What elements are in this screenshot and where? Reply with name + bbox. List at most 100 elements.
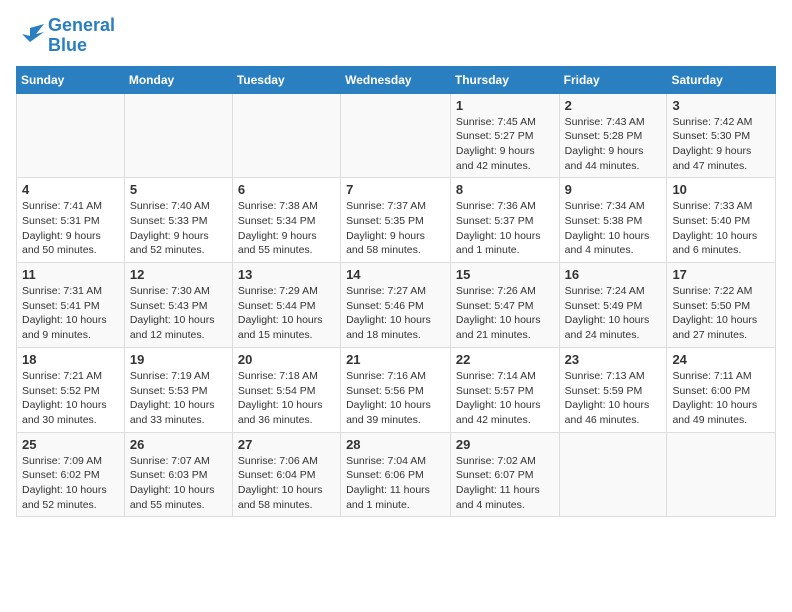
day-info: Sunrise: 7:07 AM Sunset: 6:03 PM Dayligh… bbox=[130, 454, 227, 513]
calendar-cell: 24Sunrise: 7:11 AM Sunset: 6:00 PM Dayli… bbox=[667, 347, 776, 432]
day-info: Sunrise: 7:42 AM Sunset: 5:30 PM Dayligh… bbox=[672, 115, 770, 174]
calendar-cell: 28 Sunrise: 7:04 AM Sunset: 6:06 PM Dayli… bbox=[341, 432, 451, 517]
calendar-cell: 22 Sunrise: 7:14 AM Sunset: 5:57 PM Dayli… bbox=[450, 347, 559, 432]
day-info: Sunrise: 7:22 AM Sunset: 5:50 PM Dayligh… bbox=[672, 284, 770, 343]
day-number: 21 bbox=[346, 352, 445, 367]
calendar-cell: 5 Sunrise: 7:40 AM Sunset: 5:33 PM Daylig… bbox=[124, 178, 232, 263]
day-number: 11 bbox=[22, 267, 119, 282]
day-info: Sunrise: 7:21 AM Sunset: 5:52 PM Dayligh… bbox=[22, 369, 119, 428]
calendar-cell: 14 Sunrise: 7:27 AM Sunset: 5:46 PM Dayli… bbox=[341, 263, 451, 348]
calendar-header-row: Sunday Monday Tuesday Wednesday Thursday… bbox=[17, 66, 776, 93]
calendar-table: Sunday Monday Tuesday Wednesday Thursday… bbox=[16, 66, 776, 518]
calendar-cell bbox=[667, 432, 776, 517]
day-number: 23 bbox=[565, 352, 662, 367]
calendar-cell: 8 Sunrise: 7:36 AM Sunset: 5:37 PM Daylig… bbox=[450, 178, 559, 263]
logo-bird-icon bbox=[16, 24, 44, 48]
day-number: 2 bbox=[565, 98, 662, 113]
calendar-cell: 21 Sunrise: 7:16 AM Sunset: 5:56 PM Dayli… bbox=[341, 347, 451, 432]
logo: General Blue bbox=[16, 16, 115, 56]
calendar-cell: 20 Sunrise: 7:18 AM Sunset: 5:54 PM Dayli… bbox=[232, 347, 340, 432]
calendar-cell: 3 Sunrise: 7:42 AM Sunset: 5:30 PM Daylig… bbox=[667, 93, 776, 178]
calendar-cell: 27 Sunrise: 7:06 AM Sunset: 6:04 PM Dayli… bbox=[232, 432, 340, 517]
calendar-cell: 13 Sunrise: 7:29 AM Sunset: 5:44 PM Dayli… bbox=[232, 263, 340, 348]
calendar-cell: 25 Sunrise: 7:09 AM Sunset: 6:02 PM Dayli… bbox=[17, 432, 125, 517]
header-tuesday: Tuesday bbox=[232, 66, 340, 93]
day-number: 9 bbox=[565, 182, 662, 197]
calendar-cell bbox=[559, 432, 667, 517]
calendar-cell: 29Sunrise: 7:02 AM Sunset: 6:07 PM Dayli… bbox=[450, 432, 559, 517]
day-info: Sunrise: 7:18 AM Sunset: 5:54 PM Dayligh… bbox=[238, 369, 335, 428]
calendar-cell: 1 Sunrise: 7:45 AM Sunset: 5:27 PM Daylig… bbox=[450, 93, 559, 178]
calendar-week-row: 25 Sunrise: 7:09 AM Sunset: 6:02 PM Dayli… bbox=[17, 432, 776, 517]
calendar-week-row: 11Sunrise: 7:31 AM Sunset: 5:41 PM Dayli… bbox=[17, 263, 776, 348]
day-number: 5 bbox=[130, 182, 227, 197]
calendar-cell bbox=[17, 93, 125, 178]
day-info: Sunrise: 7:16 AM Sunset: 5:56 PM Dayligh… bbox=[346, 369, 445, 428]
day-info: Sunrise: 7:04 AM Sunset: 6:06 PM Dayligh… bbox=[346, 454, 445, 513]
calendar-cell: 15 Sunrise: 7:26 AM Sunset: 5:47 PM Dayli… bbox=[450, 263, 559, 348]
day-number: 22 bbox=[456, 352, 554, 367]
calendar-cell: 16Sunrise: 7:24 AM Sunset: 5:49 PM Dayli… bbox=[559, 263, 667, 348]
day-number: 8 bbox=[456, 182, 554, 197]
day-number: 20 bbox=[238, 352, 335, 367]
calendar-cell: 6 Sunrise: 7:38 AM Sunset: 5:34 PM Daylig… bbox=[232, 178, 340, 263]
day-number: 19 bbox=[130, 352, 227, 367]
day-info: Sunrise: 7:41 AM Sunset: 5:31 PM Dayligh… bbox=[22, 199, 119, 258]
day-info: Sunrise: 7:29 AM Sunset: 5:44 PM Dayligh… bbox=[238, 284, 335, 343]
header-sunday: Sunday bbox=[17, 66, 125, 93]
calendar-cell bbox=[341, 93, 451, 178]
calendar-cell: 12Sunrise: 7:30 AM Sunset: 5:43 PM Dayli… bbox=[124, 263, 232, 348]
day-info: Sunrise: 7:11 AM Sunset: 6:00 PM Dayligh… bbox=[672, 369, 770, 428]
day-info: Sunrise: 7:26 AM Sunset: 5:47 PM Dayligh… bbox=[456, 284, 554, 343]
day-info: Sunrise: 7:02 AM Sunset: 6:07 PM Dayligh… bbox=[456, 454, 554, 513]
calendar-cell: 18 Sunrise: 7:21 AM Sunset: 5:52 PM Dayli… bbox=[17, 347, 125, 432]
day-number: 28 bbox=[346, 437, 445, 452]
day-info: Sunrise: 7:27 AM Sunset: 5:46 PM Dayligh… bbox=[346, 284, 445, 343]
calendar-cell: 9 Sunrise: 7:34 AM Sunset: 5:38 PM Daylig… bbox=[559, 178, 667, 263]
day-info: Sunrise: 7:34 AM Sunset: 5:38 PM Dayligh… bbox=[565, 199, 662, 258]
calendar-cell: 23 Sunrise: 7:13 AM Sunset: 5:59 PM Dayli… bbox=[559, 347, 667, 432]
calendar-cell: 17 Sunrise: 7:22 AM Sunset: 5:50 PM Dayli… bbox=[667, 263, 776, 348]
calendar-week-row: 18 Sunrise: 7:21 AM Sunset: 5:52 PM Dayli… bbox=[17, 347, 776, 432]
day-number: 15 bbox=[456, 267, 554, 282]
day-number: 3 bbox=[672, 98, 770, 113]
day-number: 1 bbox=[456, 98, 554, 113]
day-info: Sunrise: 7:14 AM Sunset: 5:57 PM Dayligh… bbox=[456, 369, 554, 428]
header-monday: Monday bbox=[124, 66, 232, 93]
day-info: Sunrise: 7:09 AM Sunset: 6:02 PM Dayligh… bbox=[22, 454, 119, 513]
day-number: 12 bbox=[130, 267, 227, 282]
day-number: 27 bbox=[238, 437, 335, 452]
day-info: Sunrise: 7:37 AM Sunset: 5:35 PM Dayligh… bbox=[346, 199, 445, 258]
day-number: 4 bbox=[22, 182, 119, 197]
calendar-week-row: 4 Sunrise: 7:41 AM Sunset: 5:31 PM Daylig… bbox=[17, 178, 776, 263]
day-info: Sunrise: 7:38 AM Sunset: 5:34 PM Dayligh… bbox=[238, 199, 335, 258]
header-friday: Friday bbox=[559, 66, 667, 93]
calendar-cell: 11Sunrise: 7:31 AM Sunset: 5:41 PM Dayli… bbox=[17, 263, 125, 348]
header-saturday: Saturday bbox=[667, 66, 776, 93]
day-info: Sunrise: 7:36 AM Sunset: 5:37 PM Dayligh… bbox=[456, 199, 554, 258]
calendar-cell bbox=[232, 93, 340, 178]
day-info: Sunrise: 7:45 AM Sunset: 5:27 PM Dayligh… bbox=[456, 115, 554, 174]
day-info: Sunrise: 7:33 AM Sunset: 5:40 PM Dayligh… bbox=[672, 199, 770, 258]
day-number: 26 bbox=[130, 437, 227, 452]
day-number: 13 bbox=[238, 267, 335, 282]
day-info: Sunrise: 7:06 AM Sunset: 6:04 PM Dayligh… bbox=[238, 454, 335, 513]
day-number: 7 bbox=[346, 182, 445, 197]
day-info: Sunrise: 7:43 AM Sunset: 5:28 PM Dayligh… bbox=[565, 115, 662, 174]
calendar-cell: 2 Sunrise: 7:43 AM Sunset: 5:28 PM Daylig… bbox=[559, 93, 667, 178]
day-number: 14 bbox=[346, 267, 445, 282]
calendar-cell: 19Sunrise: 7:19 AM Sunset: 5:53 PM Dayli… bbox=[124, 347, 232, 432]
header-thursday: Thursday bbox=[450, 66, 559, 93]
day-number: 25 bbox=[22, 437, 119, 452]
day-number: 17 bbox=[672, 267, 770, 282]
day-info: Sunrise: 7:13 AM Sunset: 5:59 PM Dayligh… bbox=[565, 369, 662, 428]
calendar-cell: 26 Sunrise: 7:07 AM Sunset: 6:03 PM Dayli… bbox=[124, 432, 232, 517]
calendar-cell: 7 Sunrise: 7:37 AM Sunset: 5:35 PM Daylig… bbox=[341, 178, 451, 263]
day-number: 10 bbox=[672, 182, 770, 197]
day-number: 6 bbox=[238, 182, 335, 197]
calendar-cell bbox=[124, 93, 232, 178]
day-info: Sunrise: 7:24 AM Sunset: 5:49 PM Dayligh… bbox=[565, 284, 662, 343]
day-info: Sunrise: 7:40 AM Sunset: 5:33 PM Dayligh… bbox=[130, 199, 227, 258]
logo-text: General Blue bbox=[48, 16, 115, 56]
day-number: 18 bbox=[22, 352, 119, 367]
